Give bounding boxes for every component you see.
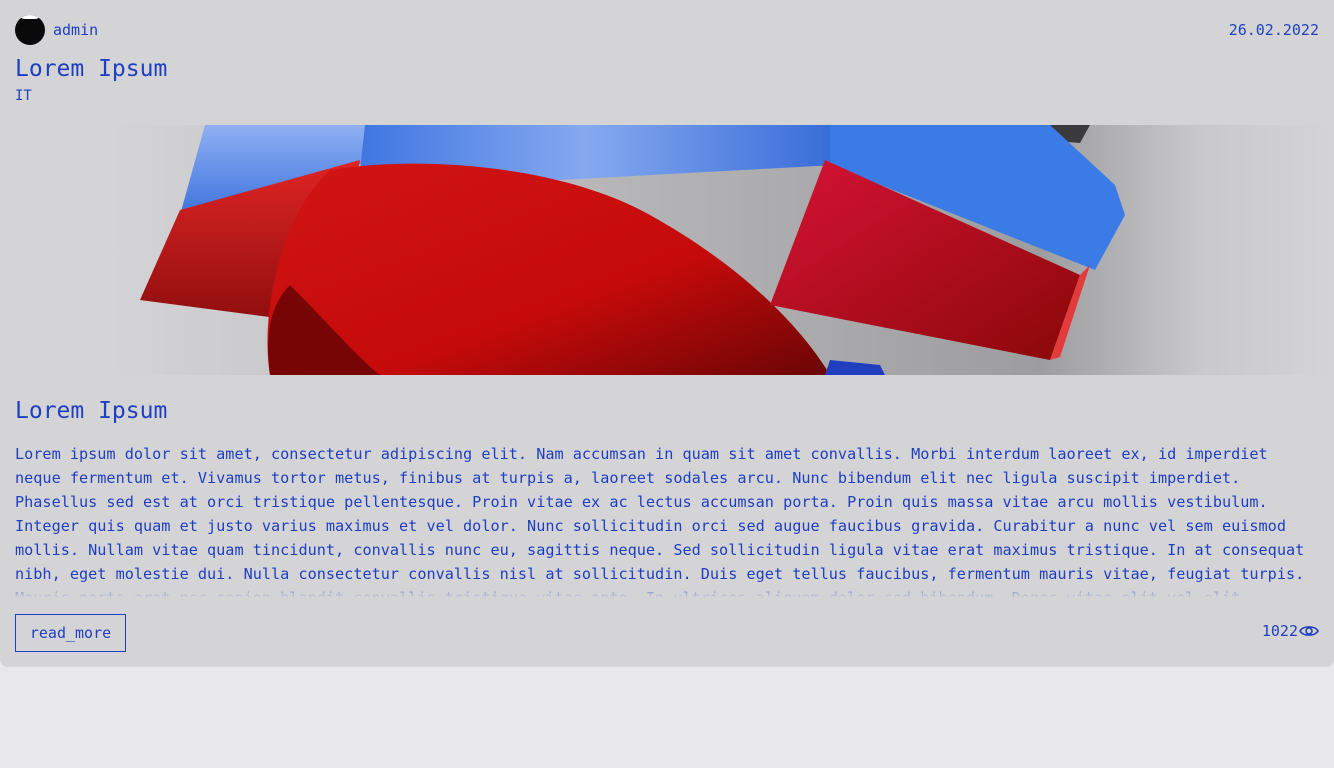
view-count: 1022 [1262,622,1319,640]
avatar-icon [15,15,45,45]
category-tag[interactable]: IT [15,88,32,104]
eye-icon [1299,624,1319,638]
post-excerpt: Lorem ipsum dolor sit amet, consectetur … [15,445,1305,598]
view-count-value: 1022 [1261,622,1298,640]
post-content-title: Lorem Ipsum [15,398,168,424]
post-header: admin 26.02.2022 [15,15,1319,45]
author-link[interactable]: admin [15,15,98,45]
read-more-button[interactable]: read_more [15,614,126,652]
author-name: admin [53,21,99,39]
post-card: admin 26.02.2022 Lorem Ipsum IT Lorem Ip… [0,0,1334,667]
post-date: 26.02.2022 [1228,21,1319,39]
post-title-link[interactable]: Lorem Ipsum [15,53,167,85]
post-cover-image [0,125,1334,375]
